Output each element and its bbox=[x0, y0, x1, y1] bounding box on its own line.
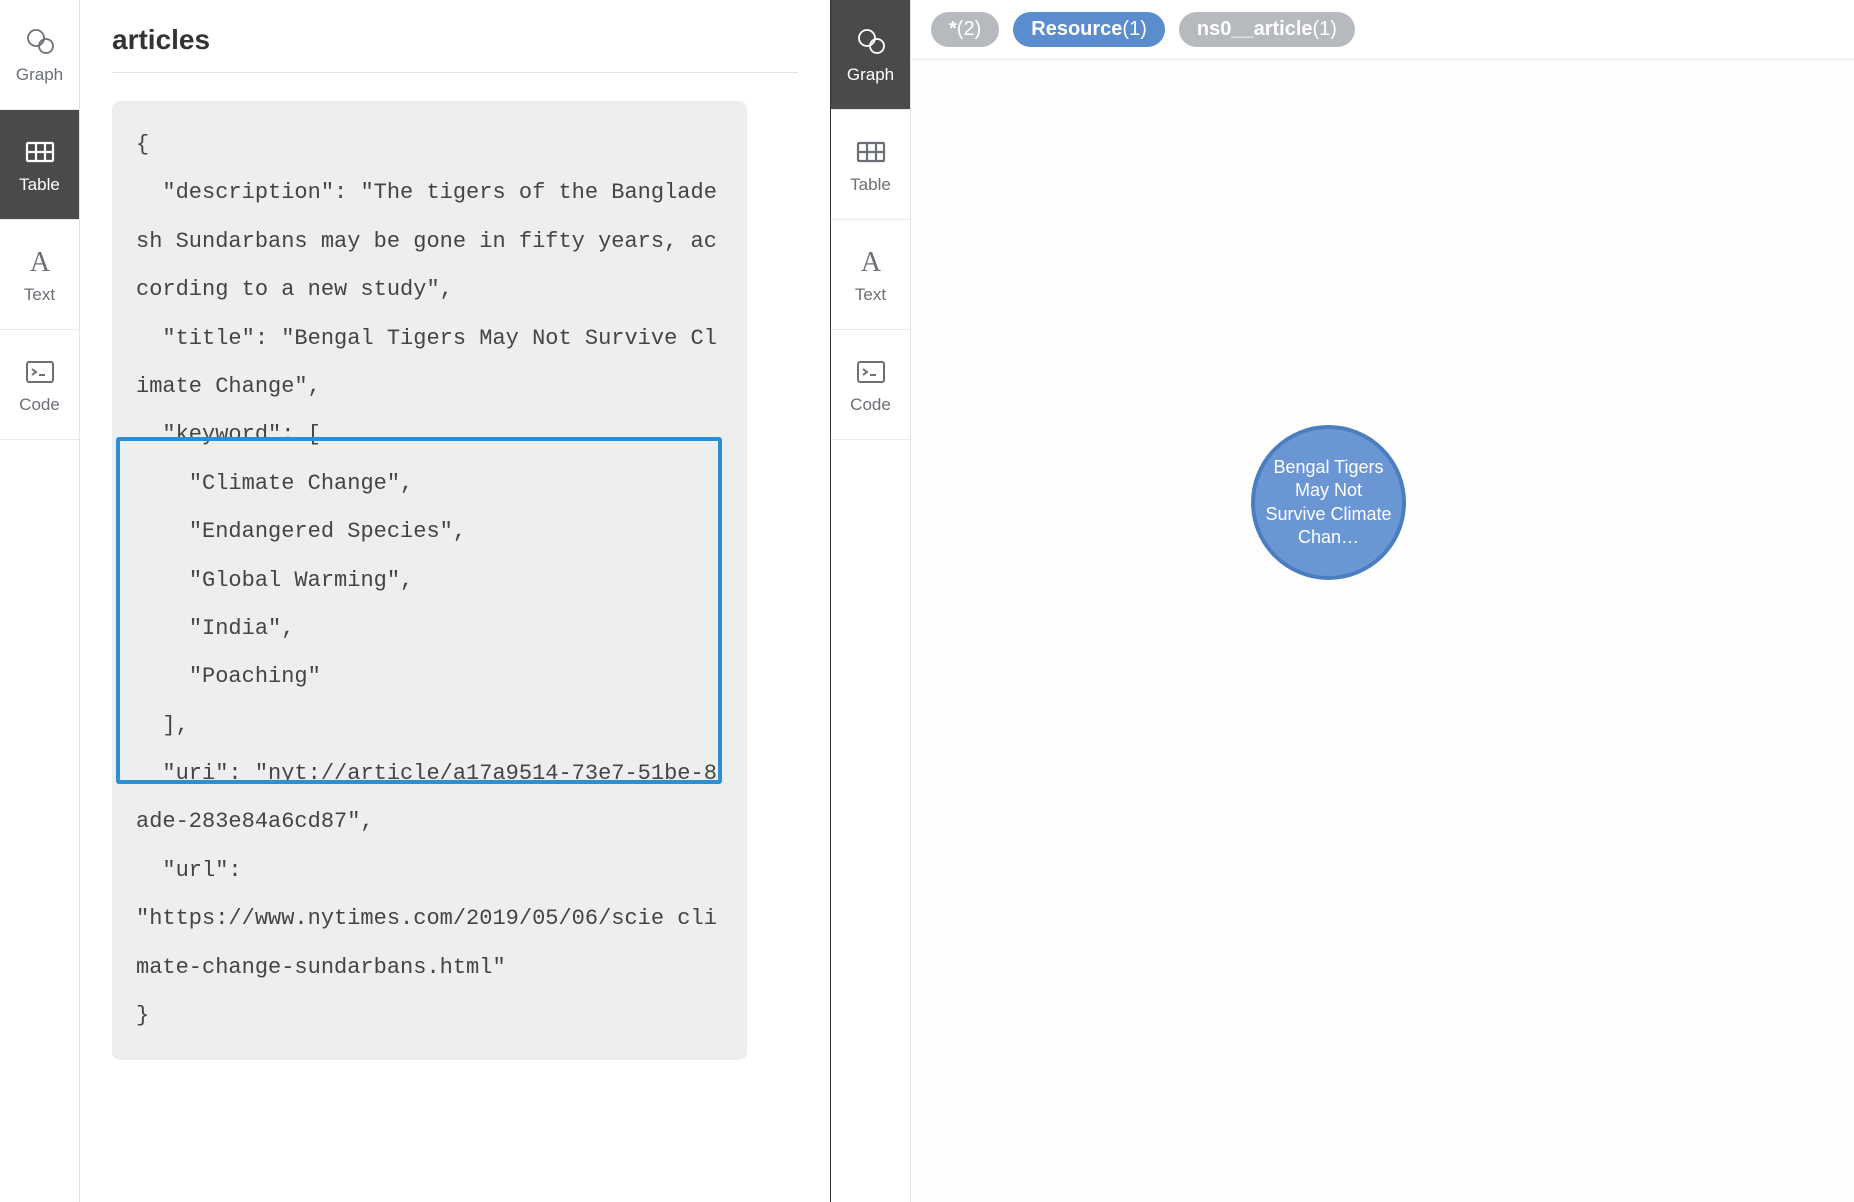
left-sidebar: Graph Table A Text Code bbox=[0, 0, 80, 1202]
sidebar-item-graph[interactable]: Graph bbox=[831, 0, 910, 110]
chip-ns0starstararticle[interactable]: ns0__article(1) bbox=[1179, 12, 1355, 47]
chip-count: (1) bbox=[1313, 18, 1337, 41]
graph-canvas[interactable]: Bengal Tigers May Not Survive Climate Ch… bbox=[911, 60, 1854, 1202]
sidebar-item-table[interactable]: Table bbox=[831, 110, 910, 220]
code-icon bbox=[854, 355, 888, 389]
chip-bar: *(2)Resource(1)ns0__article(1) bbox=[911, 0, 1854, 60]
sidebar-item-code[interactable]: Code bbox=[831, 330, 910, 440]
sidebar-item-label: Text bbox=[855, 285, 886, 305]
chip-label: ns0__article bbox=[1197, 18, 1313, 41]
code-icon bbox=[23, 355, 57, 389]
sidebar-item-label: Table bbox=[19, 175, 60, 195]
graph-icon bbox=[23, 25, 57, 59]
chip-label: * bbox=[949, 18, 957, 41]
table-icon bbox=[23, 135, 57, 169]
svg-text:A: A bbox=[860, 247, 881, 278]
chip-count: (2) bbox=[957, 18, 981, 41]
sidebar-item-label: Code bbox=[19, 395, 60, 415]
chip-star[interactable]: *(2) bbox=[931, 12, 999, 47]
sidebar-item-table[interactable]: Table bbox=[0, 110, 79, 220]
left-content: articles { "description": "The tigers of… bbox=[80, 0, 830, 1202]
sidebar-item-label: Table bbox=[850, 175, 891, 195]
chip-Resource[interactable]: Resource(1) bbox=[1013, 12, 1165, 47]
sidebar-item-text[interactable]: A Text bbox=[831, 220, 910, 330]
sidebar-item-label: Graph bbox=[847, 65, 894, 85]
right-sidebar: Graph Table A Text Code bbox=[831, 0, 911, 1202]
sidebar-item-text[interactable]: A Text bbox=[0, 220, 79, 330]
graph-node-label: Bengal Tigers May Not Survive Climate Ch… bbox=[1265, 456, 1392, 550]
chip-count: (1) bbox=[1122, 18, 1146, 41]
highlight-keyword-box bbox=[116, 437, 722, 784]
text-icon: A bbox=[854, 245, 888, 279]
json-display: { "description": "The tigers of the Bang… bbox=[112, 101, 747, 1060]
svg-text:A: A bbox=[29, 247, 50, 278]
text-icon: A bbox=[23, 245, 57, 279]
page-title: articles bbox=[112, 24, 798, 73]
sidebar-item-label: Code bbox=[850, 395, 891, 415]
chip-label: Resource bbox=[1031, 18, 1122, 41]
sidebar-item-graph[interactable]: Graph bbox=[0, 0, 79, 110]
sidebar-item-label: Text bbox=[24, 285, 55, 305]
sidebar-item-code[interactable]: Code bbox=[0, 330, 79, 440]
right-content: *(2)Resource(1)ns0__article(1) Bengal Ti… bbox=[911, 0, 1854, 1202]
table-icon bbox=[854, 135, 888, 169]
graph-icon bbox=[854, 25, 888, 59]
graph-node[interactable]: Bengal Tigers May Not Survive Climate Ch… bbox=[1251, 425, 1406, 580]
sidebar-item-label: Graph bbox=[16, 65, 63, 85]
